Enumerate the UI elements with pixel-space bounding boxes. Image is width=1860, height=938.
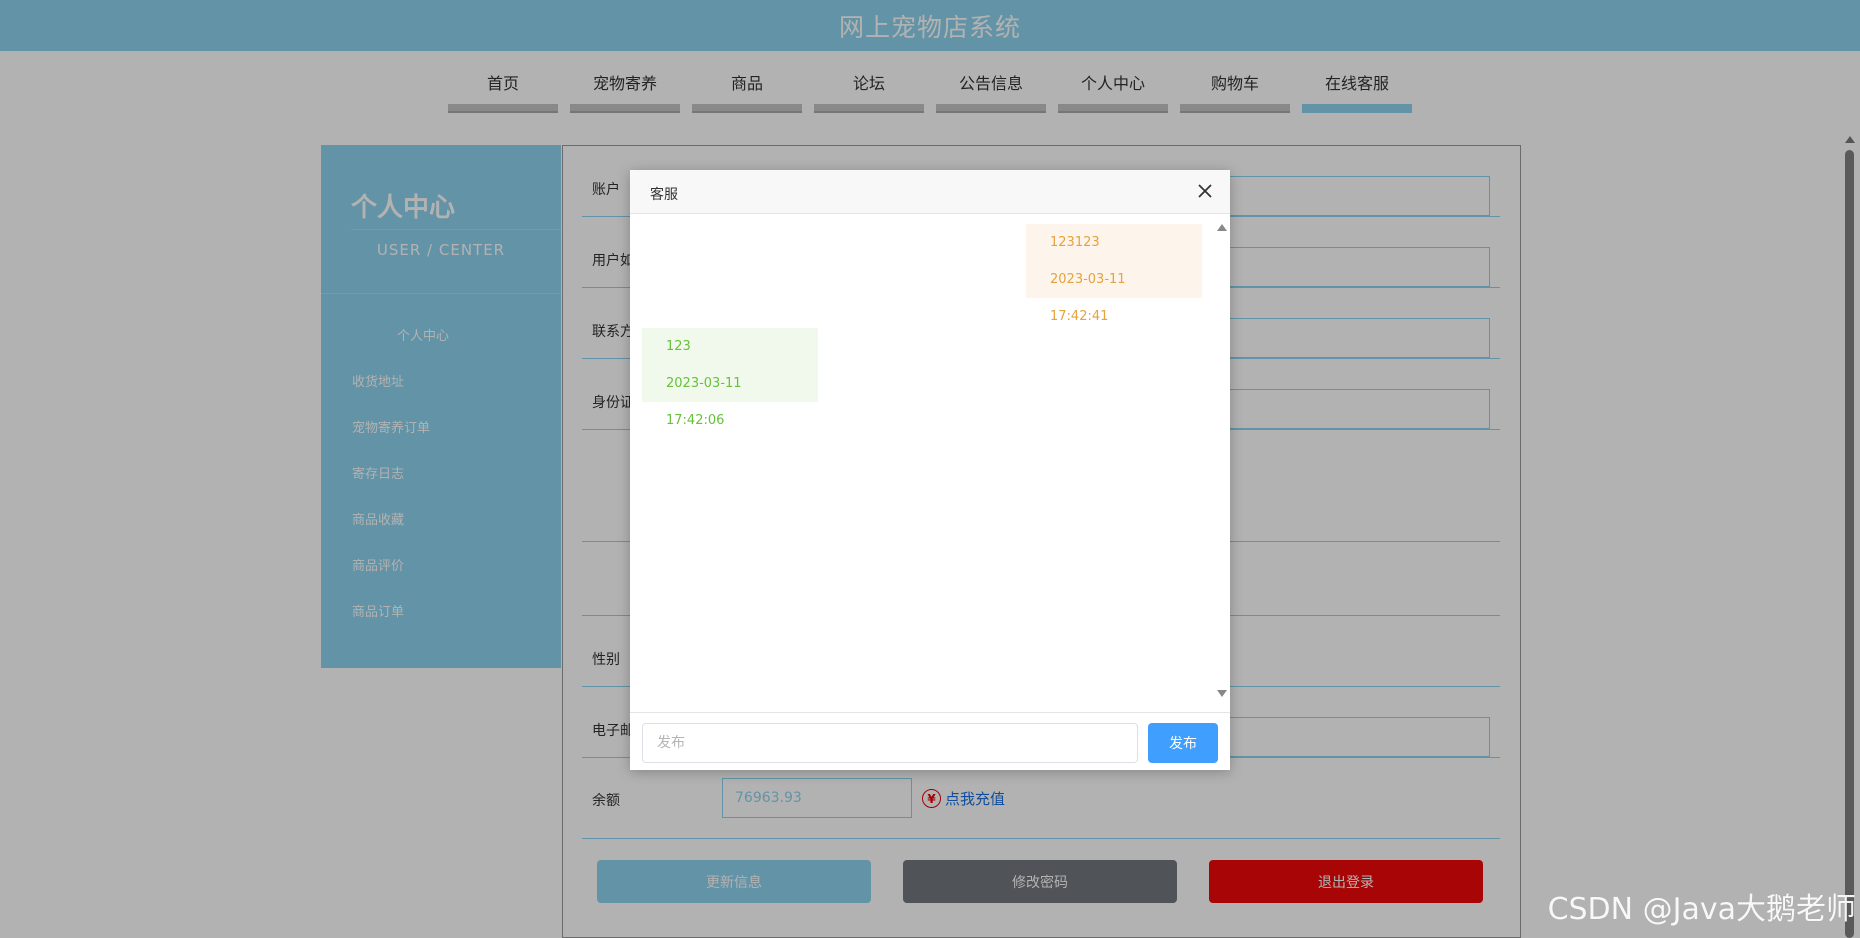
scroll-thumb[interactable]	[1845, 150, 1854, 938]
chat-message-list[interactable]: 123123 2023-03-11 17:42:41 123 2023-03-1…	[630, 214, 1230, 712]
message-text: 123123	[1050, 235, 1100, 250]
chat-message-received: 123 2023-03-11 17:42:06	[642, 328, 818, 428]
watermark: CSDN @Java大鹅老师	[1547, 892, 1856, 927]
chat-message-sent: 123123 2023-03-11 17:42:41	[1026, 224, 1202, 324]
close-icon[interactable]	[1196, 182, 1214, 200]
page-scrollbar[interactable]	[1842, 128, 1856, 938]
dialog-title: 客服	[650, 187, 678, 203]
dialog-header: 客服	[630, 170, 1230, 214]
send-button[interactable]: 发布	[1148, 723, 1218, 763]
message-time: 2023-03-11 17:42:06	[666, 376, 742, 428]
message-time: 2023-03-11 17:42:41	[1050, 272, 1126, 324]
dialog-footer: 发布	[630, 712, 1230, 770]
scroll-down-arrow-icon[interactable]	[1217, 690, 1227, 697]
customer-service-dialog: 客服 123123 2023-03-11 17:42:41 123 2023-0…	[630, 170, 1230, 770]
message-text: 123	[666, 339, 691, 354]
scroll-up-arrow-icon[interactable]	[1845, 136, 1855, 143]
scroll-up-arrow-icon[interactable]	[1217, 224, 1227, 231]
message-input[interactable]	[642, 723, 1138, 763]
